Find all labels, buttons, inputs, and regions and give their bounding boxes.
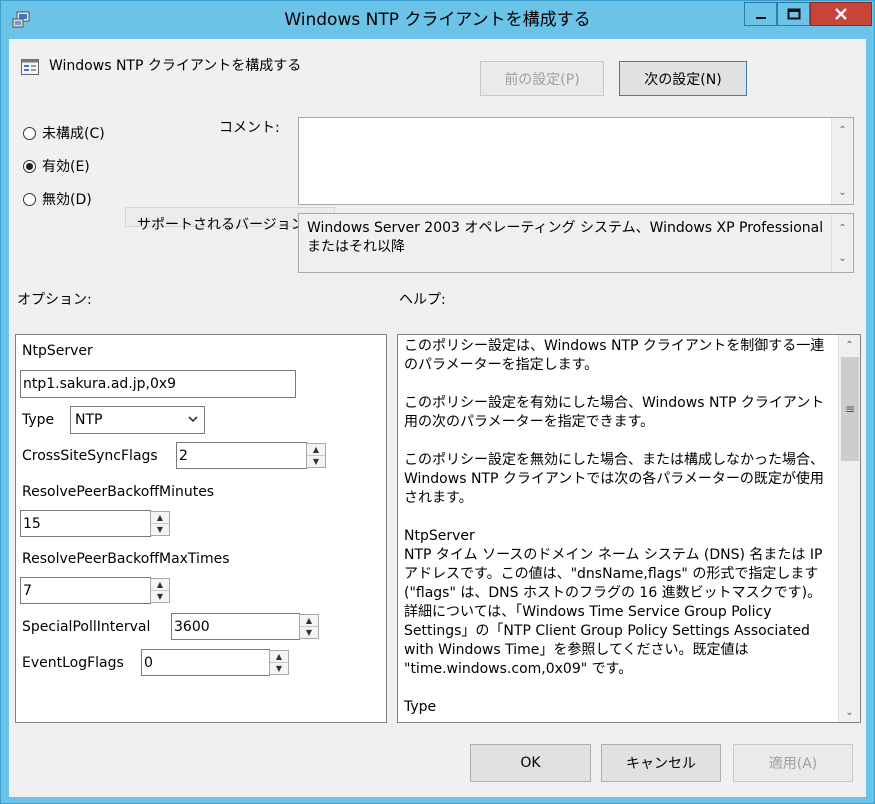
help-paragraph: このポリシー設定を有効にした場合、Windows NTP クライアント用の次のパ…: [404, 395, 825, 430]
crosssite-value: 2: [179, 447, 188, 464]
radio-disabled[interactable]: 無効(D): [23, 189, 92, 209]
help-paragraph: NTP タイム ソースのドメイン ネーム システム (DNS) 名または IP …: [404, 547, 823, 677]
scroll-thumb[interactable]: ≡: [841, 357, 859, 461]
specialpoll-label: SpecialPollInterval: [22, 619, 151, 635]
type-selected-value: NTP: [75, 412, 103, 428]
help-heading: Type: [404, 699, 437, 715]
help-paragraph: このポリシー設定を無効にした場合、または構成しなかった場合、Windows NT…: [404, 452, 824, 506]
radio-label: 無効(D): [42, 192, 92, 208]
radio-button[interactable]: [23, 159, 36, 173]
maximize-icon: [787, 8, 800, 20]
help-text: このポリシー設定は、Windows NTP クライアントを制御する一連のパラメー…: [404, 337, 828, 717]
spin-down-icon[interactable]: ▼: [307, 456, 325, 468]
backoff-minutes-input[interactable]: 15 ▲ ▼: [20, 510, 170, 537]
minimize-icon: [755, 17, 766, 19]
apply-button[interactable]: 適用(A): [733, 744, 853, 782]
scroll-up-icon[interactable]: ⌃: [839, 335, 860, 355]
scroll-up-icon[interactable]: ⌃: [832, 120, 853, 140]
close-icon: [835, 8, 847, 20]
comment-textbox[interactable]: ⌃ ⌄: [298, 117, 854, 205]
cancel-button[interactable]: キャンセル: [601, 744, 721, 782]
spin-up-icon[interactable]: ▲: [151, 512, 169, 524]
supported-versions-text: Windows Server 2003 オペレーティング システム、Window…: [307, 220, 824, 255]
comment-label: コメント:: [219, 120, 280, 136]
scroll-up-icon[interactable]: ⌃: [832, 218, 853, 238]
radio-not-configured[interactable]: 未構成(C): [23, 123, 105, 143]
crosssite-input[interactable]: 2 ▲ ▼: [176, 442, 326, 469]
spin-up-icon[interactable]: ▲: [307, 444, 325, 456]
eventlog-spinner[interactable]: ▲ ▼: [269, 650, 289, 675]
spin-up-icon[interactable]: ▲: [151, 579, 169, 591]
options-panel: NtpServer ntp1.sakura.ad.jp,0x9 Type NTP…: [15, 334, 387, 723]
crosssite-spinner[interactable]: ▲ ▼: [306, 443, 326, 468]
maximize-button[interactable]: [777, 2, 810, 26]
backoff-maxtimes-input[interactable]: 7 ▲ ▼: [20, 577, 170, 604]
spin-down-icon[interactable]: ▼: [300, 627, 318, 639]
dialog-client-area: Windows NTP クライアントを構成する 前の設定(P) 次の設定(N) …: [9, 39, 866, 797]
eventlog-input[interactable]: 0 ▲ ▼: [141, 649, 289, 676]
specialpoll-value: 3600: [174, 618, 210, 635]
close-button[interactable]: [810, 2, 872, 26]
type-select[interactable]: NTP: [70, 406, 205, 434]
radio-button[interactable]: [23, 192, 36, 206]
backoff-minutes-value: 15: [23, 515, 41, 532]
setting-title: Windows NTP クライアントを構成する: [49, 58, 302, 74]
supported-versions-label: サポートされるバージョン:: [137, 217, 310, 233]
ntpserver-label: NtpServer: [22, 343, 93, 359]
ok-button[interactable]: OK: [470, 744, 591, 782]
radio-button[interactable]: [23, 126, 36, 140]
ntpserver-input[interactable]: ntp1.sakura.ad.jp,0x9: [20, 370, 296, 398]
supported-scrollbar[interactable]: ⌃ ⌄: [831, 214, 853, 272]
specialpoll-input[interactable]: 3600 ▲ ▼: [171, 613, 319, 640]
help-panel: このポリシー設定は、Windows NTP クライアントを制御する一連のパラメー…: [397, 334, 861, 723]
dialog-window: Windows NTP クライアントを構成する Windows NTP クライア…: [0, 0, 875, 804]
next-setting-button[interactable]: 次の設定(N): [619, 61, 747, 96]
help-heading: NtpServer: [404, 528, 475, 544]
spin-down-icon[interactable]: ▼: [151, 591, 169, 603]
spin-down-icon[interactable]: ▼: [270, 663, 288, 675]
spin-up-icon[interactable]: ▲: [300, 615, 318, 627]
chevron-down-icon: [188, 416, 198, 423]
crosssite-label: CrossSiteSyncFlags: [22, 448, 158, 464]
help-paragraph: このポリシー設定は、Windows NTP クライアントを制御する一連のパラメー…: [404, 338, 825, 373]
spin-down-icon[interactable]: ▼: [151, 524, 169, 536]
type-label: Type: [22, 412, 55, 428]
title-bar[interactable]: Windows NTP クライアントを構成する: [1, 1, 874, 39]
scroll-down-icon[interactable]: ⌄: [832, 182, 853, 202]
previous-setting-button[interactable]: 前の設定(P): [480, 61, 604, 96]
comment-scrollbar[interactable]: ⌃ ⌄: [831, 118, 853, 204]
supported-versions-box: Windows Server 2003 オペレーティング システム、Window…: [298, 213, 854, 273]
help-scrollbar[interactable]: ⌃ ≡ ⌄: [838, 335, 860, 722]
backoff-maxtimes-value: 7: [23, 582, 32, 599]
spin-up-icon[interactable]: ▲: [270, 651, 288, 663]
radio-label: 有効(E): [42, 159, 90, 175]
backoff-minutes-spinner[interactable]: ▲ ▼: [150, 511, 170, 536]
backoff-maxtimes-label: ResolvePeerBackoffMaxTimes: [22, 551, 230, 567]
help-section-label: ヘルプ:: [399, 292, 446, 308]
scroll-down-icon[interactable]: ⌄: [839, 702, 860, 722]
backoff-minutes-label: ResolvePeerBackoffMinutes: [22, 484, 215, 500]
minimize-button[interactable]: [744, 2, 777, 26]
scroll-down-icon[interactable]: ⌄: [832, 248, 853, 268]
radio-enabled[interactable]: 有効(E): [23, 156, 90, 176]
eventlog-label: EventLogFlags: [22, 655, 124, 671]
radio-label: 未構成(C): [42, 126, 105, 142]
options-section-label: オプション:: [17, 292, 92, 308]
setting-icon: [21, 59, 39, 75]
eventlog-value: 0: [144, 654, 153, 671]
backoff-maxtimes-spinner[interactable]: ▲ ▼: [150, 578, 170, 603]
specialpoll-spinner[interactable]: ▲ ▼: [299, 614, 319, 639]
